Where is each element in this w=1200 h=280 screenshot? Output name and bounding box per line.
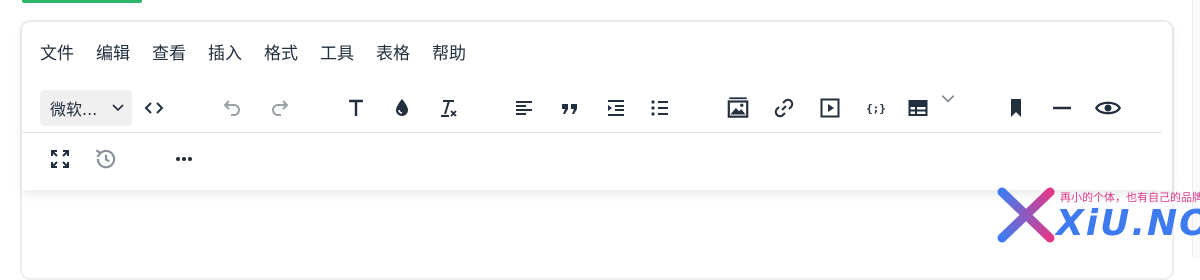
indent-button[interactable] <box>598 90 634 126</box>
more-button[interactable] <box>166 141 202 177</box>
watermark-brand: XiU.NO <box>1056 203 1200 244</box>
menu-insert[interactable]: 插入 <box>208 42 242 66</box>
blockquote-button[interactable] <box>552 90 588 126</box>
text-icon <box>349 99 363 116</box>
image-button[interactable] <box>720 90 756 126</box>
bullet-list-button[interactable] <box>642 90 678 126</box>
indent-icon <box>608 100 624 116</box>
fullscreen-button[interactable] <box>42 141 78 177</box>
color-drop-icon <box>396 99 408 116</box>
redo-icon <box>272 100 289 116</box>
redo-button[interactable] <box>262 90 298 126</box>
bookmark-button[interactable] <box>998 90 1034 126</box>
blockquote-icon <box>562 104 577 114</box>
top-accent-bar <box>22 0 142 3</box>
watermark-x-logo-icon <box>997 187 1055 243</box>
menu-format[interactable]: 格式 <box>264 42 298 66</box>
watermark: 再小的个体，也有自己的品牌 XiU.NO <box>996 186 1200 244</box>
table-chevron-down-icon[interactable] <box>940 90 956 106</box>
editor-header: 文件 编辑 查看 插入 格式 工具 表格 帮助 微软... {;} <box>22 22 1172 190</box>
align-left-button[interactable] <box>506 90 542 126</box>
history-icon <box>95 149 116 169</box>
preview-icon <box>1095 101 1121 115</box>
menubar: 文件 编辑 查看 插入 格式 工具 表格 帮助 <box>40 42 488 66</box>
clear-format-button[interactable] <box>430 90 466 126</box>
color-drop-button[interactable] <box>384 90 420 126</box>
menu-file[interactable]: 文件 <box>40 42 74 66</box>
undo-button[interactable] <box>214 90 250 126</box>
font-family-value: 微软... <box>50 100 98 119</box>
align-left-icon <box>516 101 532 115</box>
source-code-icon <box>144 102 164 114</box>
menu-view[interactable]: 查看 <box>152 42 186 66</box>
menu-help[interactable]: 帮助 <box>432 42 466 66</box>
toolbar-row-1: 微软... {;} <box>22 86 1172 130</box>
clear-format-icon <box>441 100 457 117</box>
toolbar-divider <box>22 132 1162 133</box>
link-icon <box>774 98 794 118</box>
text-button[interactable] <box>338 90 374 126</box>
media-icon <box>820 98 840 118</box>
svg-text:{;}: {;} <box>866 102 886 115</box>
history-button[interactable] <box>88 141 124 177</box>
horizontal-rule-icon <box>1053 106 1071 110</box>
table-button[interactable] <box>900 90 936 126</box>
preview-button[interactable] <box>1090 90 1126 126</box>
horizontal-rule-button[interactable] <box>1044 90 1080 126</box>
menu-table[interactable]: 表格 <box>376 42 410 66</box>
table-icon <box>908 100 928 116</box>
code-sample-button[interactable]: {;} <box>858 90 894 126</box>
more-icon <box>176 157 192 161</box>
code-sample-icon: {;} <box>866 102 886 115</box>
toolbar-row-2 <box>22 137 1172 181</box>
bullet-list-icon <box>651 100 668 116</box>
bookmark-icon <box>1011 99 1021 117</box>
link-button[interactable] <box>766 90 802 126</box>
undo-icon <box>223 100 240 116</box>
chevron-down-icon <box>112 104 124 112</box>
image-icon <box>727 97 749 118</box>
source-code-button[interactable] <box>136 90 172 126</box>
font-family-select[interactable]: 微软... <box>40 90 132 126</box>
menu-edit[interactable]: 编辑 <box>96 42 130 66</box>
media-button[interactable] <box>812 90 848 126</box>
fullscreen-icon <box>51 150 69 168</box>
menu-tools[interactable]: 工具 <box>320 42 354 66</box>
